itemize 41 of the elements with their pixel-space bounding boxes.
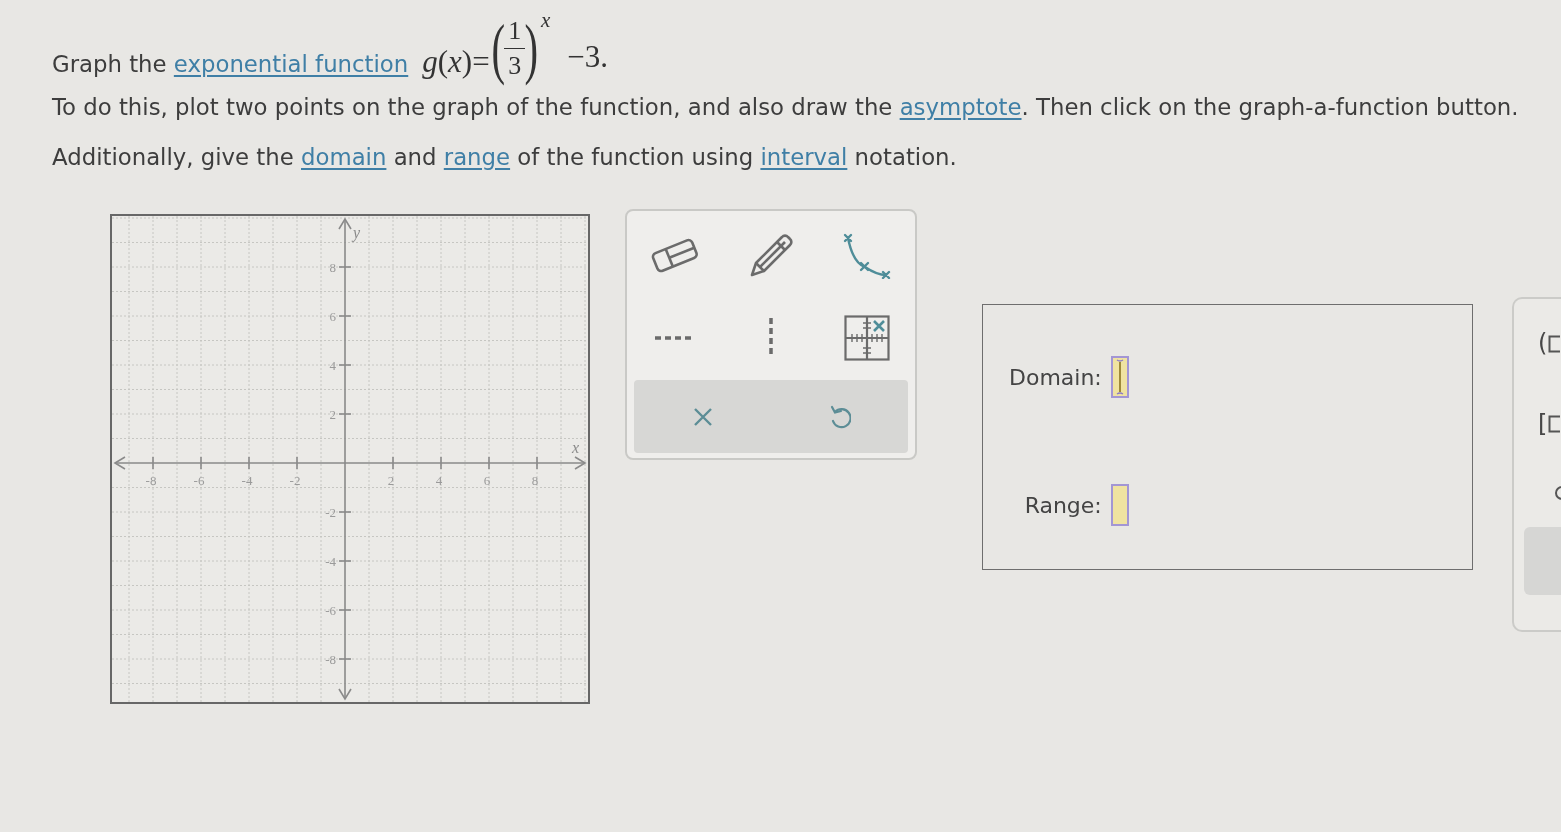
axis-label: y xyxy=(353,224,361,242)
interval-key[interactable]: [ xyxy=(1538,410,1561,439)
tick-label: -2 xyxy=(289,473,301,489)
tick-label: 4 xyxy=(435,473,443,489)
field-label: Range: xyxy=(1024,491,1102,520)
tick-label: -6 xyxy=(325,602,336,618)
blank-box-icon xyxy=(1548,415,1561,434)
instruction-text: To do this, plot two points on the graph of the function, and also draw the asymptote. Then click on the graph-a-function button. xyxy=(52,93,1520,122)
tick-label: -6 xyxy=(193,473,205,489)
tick-label: 2 xyxy=(387,473,395,489)
tick-label: 6 xyxy=(329,308,336,324)
answer-field[interactable] xyxy=(1110,484,1129,527)
glossary-link[interactable]: asymptote xyxy=(899,94,1022,120)
tick-label: 4 xyxy=(329,357,336,373)
eraser-icon[interactable] xyxy=(650,238,700,275)
tick-label: -4 xyxy=(325,553,336,569)
glossary-link[interactable]: domain xyxy=(301,143,387,170)
tick-label: -2 xyxy=(325,504,336,520)
partial-symbol-icon[interactable] xyxy=(1554,484,1561,501)
graph-grid-icon[interactable] xyxy=(844,315,890,362)
tick-label: 2 xyxy=(329,406,336,422)
tick-label: -4 xyxy=(241,473,253,489)
cross-icon[interactable] xyxy=(692,406,713,427)
answer-field[interactable] xyxy=(1110,356,1129,399)
glossary-link[interactable]: range xyxy=(443,143,511,170)
graph-area[interactable]: -8 -6 -4 -2 2 4 6 8 8 6 4 2 -2 -4 -6 -8 x y xyxy=(110,214,590,705)
curve-points-icon[interactable] xyxy=(843,233,891,280)
tick-label: 6 xyxy=(483,473,491,489)
blank-box-icon xyxy=(1548,334,1561,353)
tick-label: 8 xyxy=(329,259,336,275)
text-cursor-icon xyxy=(1115,359,1124,396)
glossary-link[interactable]: interval xyxy=(760,143,848,170)
undo-icon[interactable] xyxy=(828,403,851,430)
tick-label: 8 xyxy=(531,473,539,489)
instruction-text: Additionally, give the domain and range of the function using interval notation. xyxy=(52,142,958,172)
tick-label: -8 xyxy=(325,651,336,667)
interval-key[interactable]: ( xyxy=(1538,329,1561,359)
glossary-link[interactable]: exponential function xyxy=(173,50,409,77)
field-label: Domain: xyxy=(1009,363,1102,392)
tick-label: -8 xyxy=(145,473,157,489)
axis-label: x xyxy=(572,439,580,457)
